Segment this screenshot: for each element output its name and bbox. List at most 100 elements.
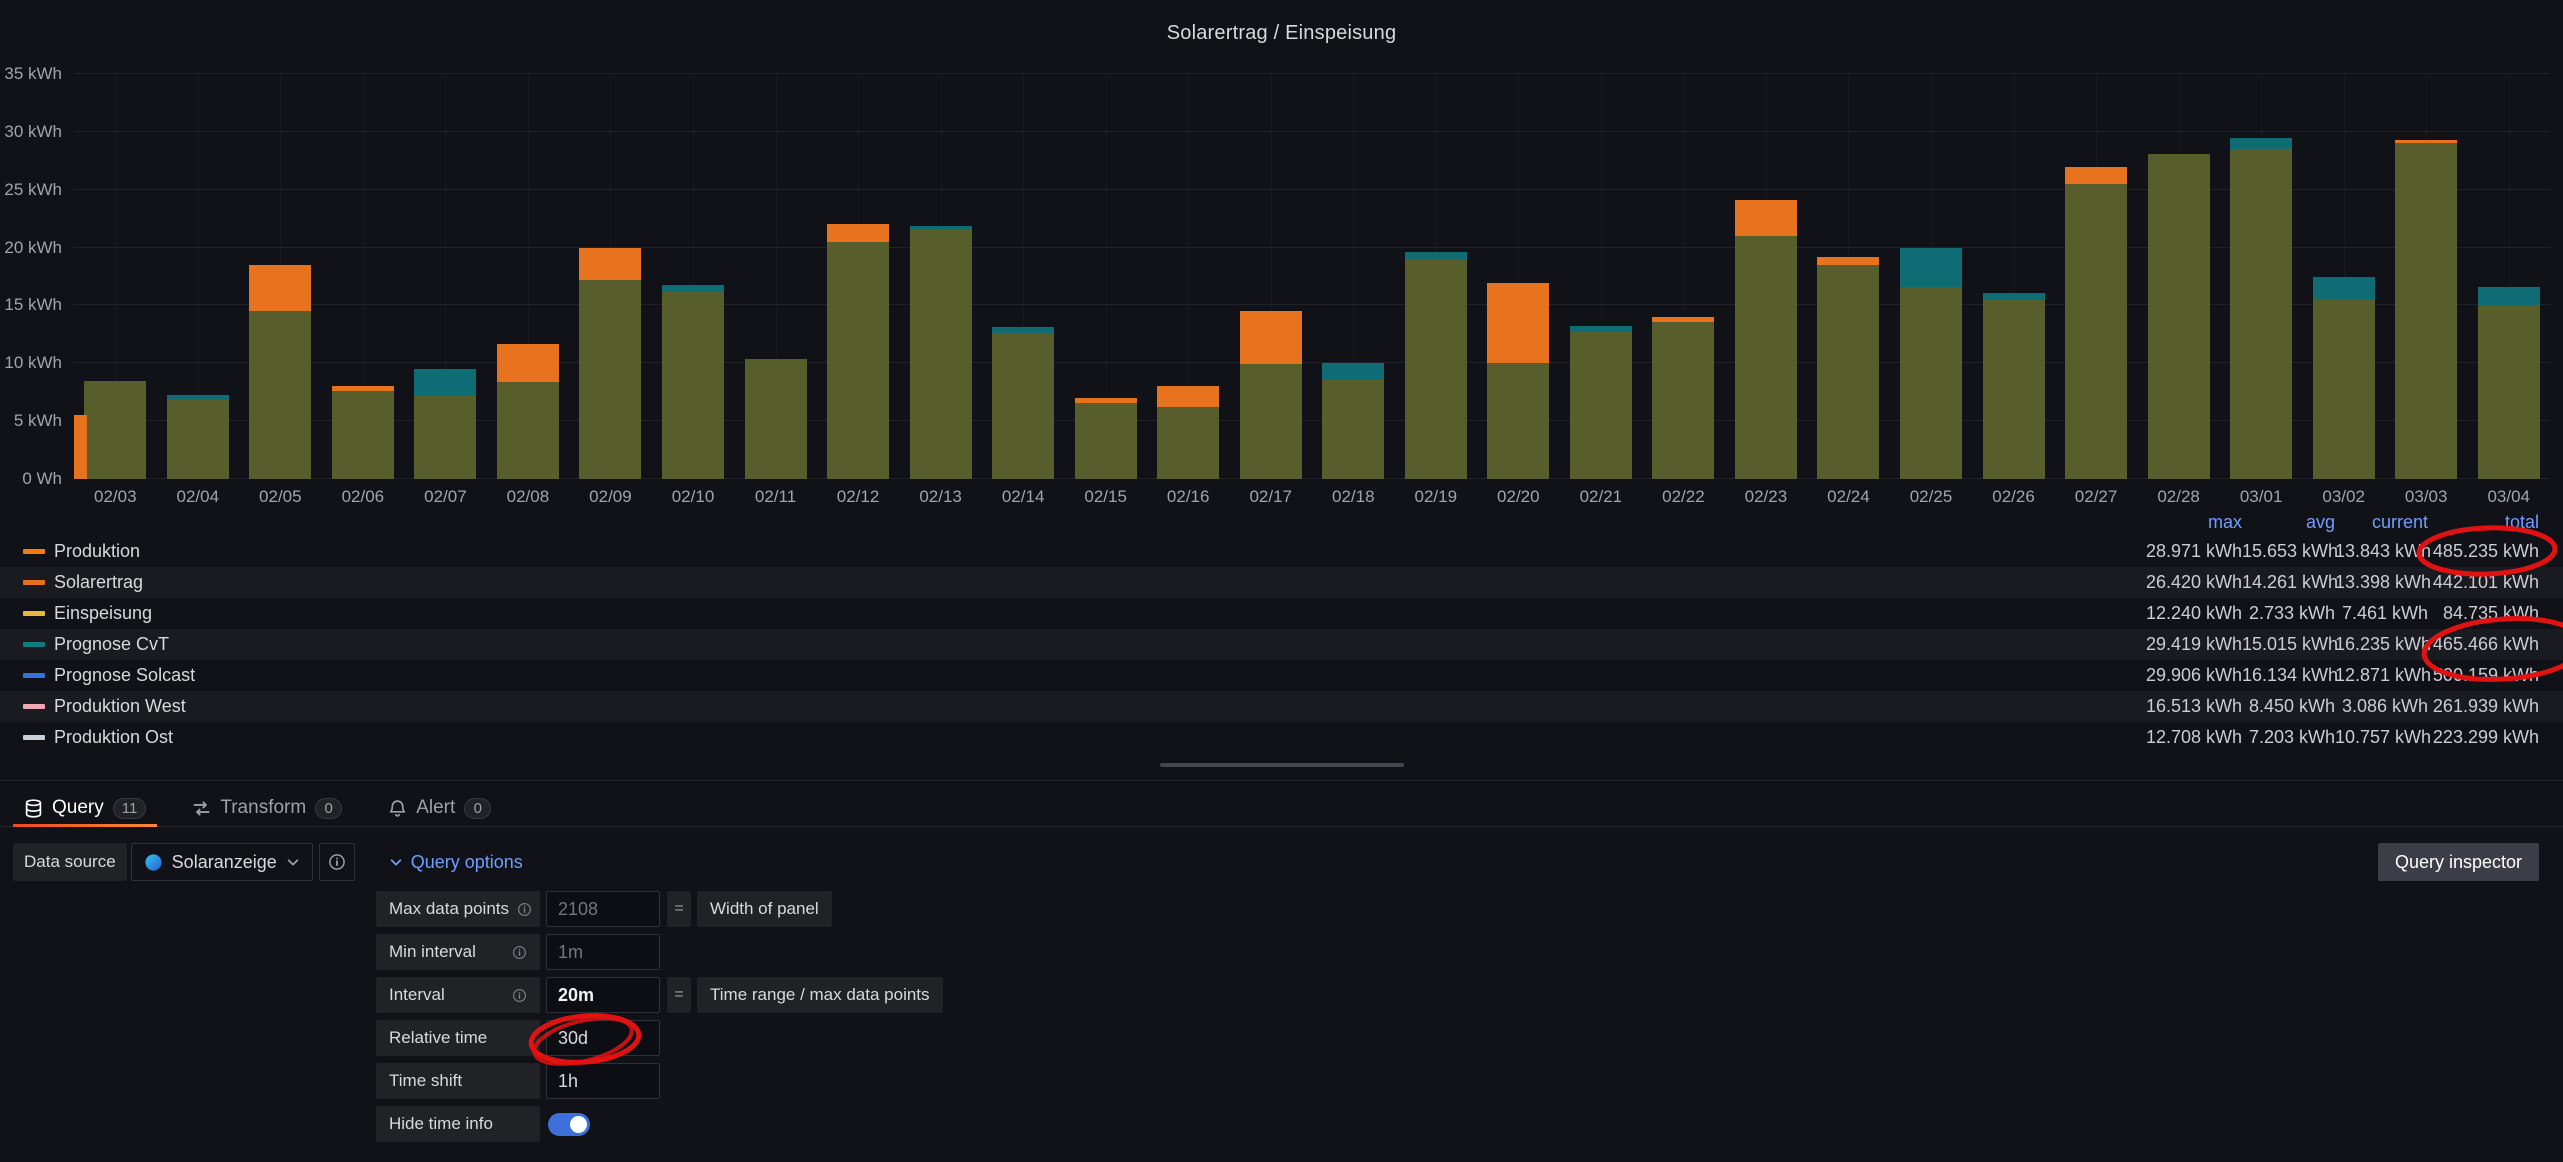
legend-value-current: 7.461 kWh bbox=[2335, 603, 2428, 624]
y-axis-label: 20 kWh bbox=[4, 238, 62, 258]
legend-column-header-total[interactable]: total bbox=[2428, 512, 2539, 533]
query-option-label: Max data points bbox=[376, 891, 540, 927]
datasource-help-button[interactable] bbox=[319, 843, 355, 881]
chart-bar bbox=[662, 74, 724, 479]
query-option-input-interval[interactable] bbox=[546, 977, 660, 1013]
legend-series[interactable]: Produktion Ost bbox=[23, 727, 2102, 748]
legend-series[interactable]: Produktion bbox=[23, 541, 2102, 562]
x-axis-label: 02/28 bbox=[2157, 487, 2200, 507]
bar-segment-production bbox=[1487, 363, 1549, 479]
x-axis-label: 02/18 bbox=[1332, 487, 1375, 507]
tab-label: Alert bbox=[416, 797, 455, 819]
bar-segment-teal bbox=[167, 395, 229, 401]
legend-value-avg: 2.733 kWh bbox=[2242, 603, 2335, 624]
chart-bar bbox=[1405, 74, 1467, 479]
info-circle-icon bbox=[328, 853, 346, 871]
chart-bar bbox=[1983, 74, 2045, 479]
chart-bar bbox=[1487, 74, 1549, 479]
y-axis-label: 0 Wh bbox=[22, 469, 62, 489]
x-axis-label: 02/22 bbox=[1662, 487, 1705, 507]
legend-value-current: 10.757 kWh bbox=[2335, 727, 2428, 748]
query-option-label-text: Min interval bbox=[389, 942, 476, 962]
bar-segment-teal bbox=[2230, 138, 2292, 150]
legend-column-header-max[interactable]: max bbox=[2102, 512, 2242, 533]
bar-segment-production bbox=[2148, 154, 2210, 479]
y-axis: 0 Wh5 kWh10 kWh15 kWh20 kWh25 kWh30 kWh3… bbox=[0, 74, 62, 480]
legend-series[interactable]: Solarertrag bbox=[23, 572, 2102, 593]
bar-segment-production bbox=[662, 292, 724, 479]
chart-bar bbox=[1735, 74, 1797, 479]
bar-segment-production bbox=[332, 391, 394, 479]
chart-bar bbox=[579, 74, 641, 479]
x-axis-label: 02/13 bbox=[919, 487, 962, 507]
bar-segment-orange bbox=[1240, 311, 1302, 364]
query-option-input-relative-time[interactable] bbox=[546, 1020, 660, 1056]
query-option-label: Time shift bbox=[376, 1063, 540, 1099]
x-axis-label: 02/17 bbox=[1249, 487, 1292, 507]
query-option-input-time-shift[interactable] bbox=[546, 1063, 660, 1099]
bar-segment-production bbox=[1322, 380, 1384, 480]
legend-value-current: 13.843 kWh bbox=[2335, 541, 2428, 562]
tab-query[interactable]: Query11 bbox=[24, 790, 146, 826]
legend-row: Solarertrag26.420 kWh14.261 kWh13.398 kW… bbox=[0, 567, 2563, 598]
chart-bar bbox=[2395, 74, 2457, 479]
bar-segment-production bbox=[1652, 322, 1714, 479]
query-option-row-time-shift: Time shift bbox=[376, 1063, 943, 1099]
query-options-toggle[interactable]: Query options bbox=[389, 852, 523, 873]
query-option-input-max-data-points[interactable] bbox=[546, 891, 660, 927]
panel-title: Solarertrag / Einspeisung bbox=[0, 22, 2563, 45]
legend-value-max: 16.513 kWh bbox=[2102, 696, 2242, 717]
legend-value-avg: 16.134 kWh bbox=[2242, 665, 2335, 686]
y-axis-label: 5 kWh bbox=[14, 411, 62, 431]
legend-series[interactable]: Prognose Solcast bbox=[23, 665, 2102, 686]
plot-area[interactable] bbox=[74, 74, 2550, 479]
datasource-picker[interactable]: Solaranzeige bbox=[131, 843, 313, 881]
legend-series[interactable]: Prognose CvT bbox=[23, 634, 2102, 655]
chart-bar bbox=[1240, 74, 1302, 479]
chart-bar bbox=[1570, 74, 1632, 479]
bar-segment-production bbox=[1817, 265, 1879, 479]
query-inspector-button[interactable]: Query inspector bbox=[2378, 843, 2539, 881]
info-icon bbox=[517, 902, 532, 917]
bar-segment-teal bbox=[2313, 277, 2375, 299]
bell-icon bbox=[388, 799, 407, 818]
tab-alert[interactable]: Alert0 bbox=[388, 790, 491, 826]
query-option-row-max-data-points: Max data points=Width of panel bbox=[376, 891, 943, 927]
chart-bar bbox=[992, 74, 1054, 479]
legend-series[interactable]: Einspeisung bbox=[23, 603, 2102, 624]
query-option-label-text: Hide time info bbox=[389, 1114, 493, 1134]
panel-resize-handle[interactable] bbox=[1160, 763, 1404, 767]
x-axis-label: 02/12 bbox=[837, 487, 880, 507]
bar-segment-production bbox=[84, 381, 146, 479]
bar-segment-production bbox=[2478, 305, 2540, 479]
query-options-rows: Max data points=Width of panel Min interv… bbox=[376, 891, 943, 1149]
chart-bar bbox=[1157, 74, 1219, 479]
bar-segment-orange bbox=[1487, 283, 1549, 363]
info-icon bbox=[512, 988, 527, 1003]
y-axis-label: 25 kWh bbox=[4, 180, 62, 200]
legend-swatch bbox=[23, 611, 45, 616]
bar-segment-teal bbox=[2478, 287, 2540, 306]
hide-time-info-toggle[interactable] bbox=[548, 1113, 590, 1136]
query-option-input-min-interval[interactable] bbox=[546, 934, 660, 970]
bar-segment-production bbox=[1405, 259, 1467, 479]
x-axis-label: 02/19 bbox=[1415, 487, 1458, 507]
tab-label: Query bbox=[52, 797, 104, 819]
tab-transform[interactable]: Transform0 bbox=[192, 790, 342, 826]
legend-column-header-current[interactable]: current bbox=[2335, 512, 2428, 533]
chart-bar bbox=[2230, 74, 2292, 479]
query-option-extra-text: Width of panel bbox=[710, 899, 819, 919]
query-option-extra-label: Time range / max data points bbox=[697, 977, 943, 1013]
legend-series[interactable]: Produktion West bbox=[23, 696, 2102, 717]
query-options-title: Query options bbox=[411, 852, 523, 873]
query-option-label: Min interval bbox=[376, 934, 540, 970]
legend-column-header-avg[interactable]: avg bbox=[2242, 512, 2335, 533]
x-axis-label: 03/02 bbox=[2322, 487, 2365, 507]
bar-segment-orange bbox=[1735, 200, 1797, 236]
bar-segment-production bbox=[827, 242, 889, 479]
legend-label: Produktion Ost bbox=[54, 727, 173, 748]
query-option-label-text: Relative time bbox=[389, 1028, 487, 1048]
y-axis-label: 10 kWh bbox=[4, 353, 62, 373]
legend-value-avg: 15.015 kWh bbox=[2242, 634, 2335, 655]
chart-bar bbox=[1075, 74, 1137, 479]
